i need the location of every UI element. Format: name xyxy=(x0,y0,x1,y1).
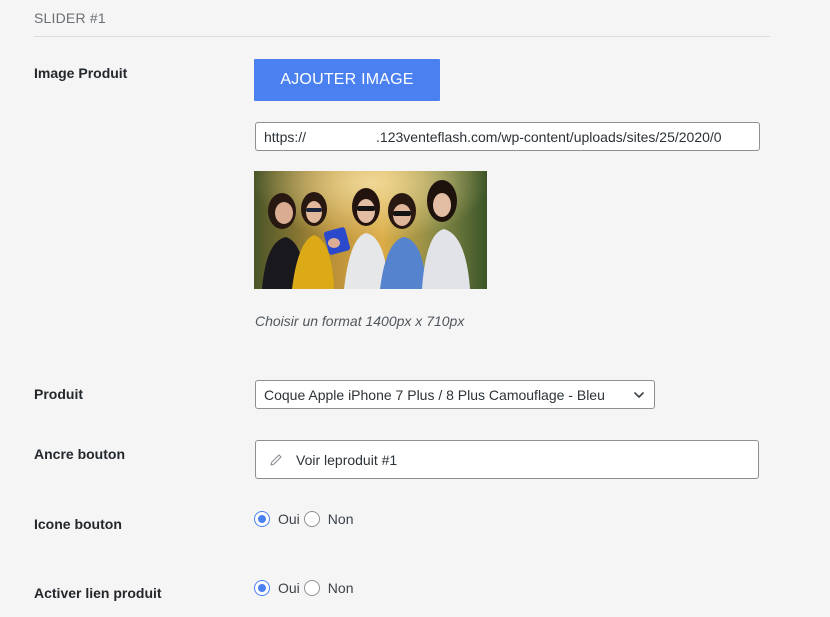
link-radio-non-label: Non xyxy=(327,580,354,596)
product-image-preview xyxy=(254,171,487,289)
section-divider xyxy=(34,36,770,37)
chevron-down-icon xyxy=(634,391,644,398)
anchor-text-input[interactable]: Voir leproduit #1 xyxy=(255,440,759,479)
icon-radio-oui[interactable] xyxy=(254,511,270,527)
produit-label: Produit xyxy=(34,386,83,402)
image-url-suffix: .123venteflash.com/wp-content/uploads/si… xyxy=(376,128,722,145)
image-url-input[interactable]: https:// .123venteflash.com/wp-content/u… xyxy=(255,122,760,151)
activer-lien-label: Activer lien produit xyxy=(34,585,162,601)
add-image-button[interactable]: AJOUTER IMAGE xyxy=(254,59,440,101)
image-produit-label: Image Produit xyxy=(34,65,128,81)
image-format-hint: Choisir un format 1400px x 710px xyxy=(255,313,465,329)
image-url-prefix: https:// xyxy=(264,128,307,145)
anchor-text-value: Voir leproduit #1 xyxy=(296,451,398,468)
icon-radio-group: Oui Non xyxy=(254,511,355,527)
ancre-bouton-label: Ancre bouton xyxy=(34,446,125,462)
pencil-icon xyxy=(270,453,282,466)
icon-radio-non-label: Non xyxy=(327,511,354,527)
icone-bouton-label: Icone bouton xyxy=(34,516,122,532)
icon-radio-oui-label: Oui xyxy=(278,511,300,527)
section-title: SLIDER #1 xyxy=(34,10,106,26)
link-radio-oui-label: Oui xyxy=(278,580,300,596)
product-select-value: Coque Apple iPhone 7 Plus / 8 Plus Camou… xyxy=(264,386,605,403)
icon-radio-non[interactable] xyxy=(303,511,320,527)
link-radio-oui[interactable] xyxy=(254,580,270,596)
link-radio-group: Oui Non xyxy=(254,580,355,596)
link-radio-non[interactable] xyxy=(303,580,320,596)
product-select[interactable]: Coque Apple iPhone 7 Plus / 8 Plus Camou… xyxy=(255,380,655,409)
